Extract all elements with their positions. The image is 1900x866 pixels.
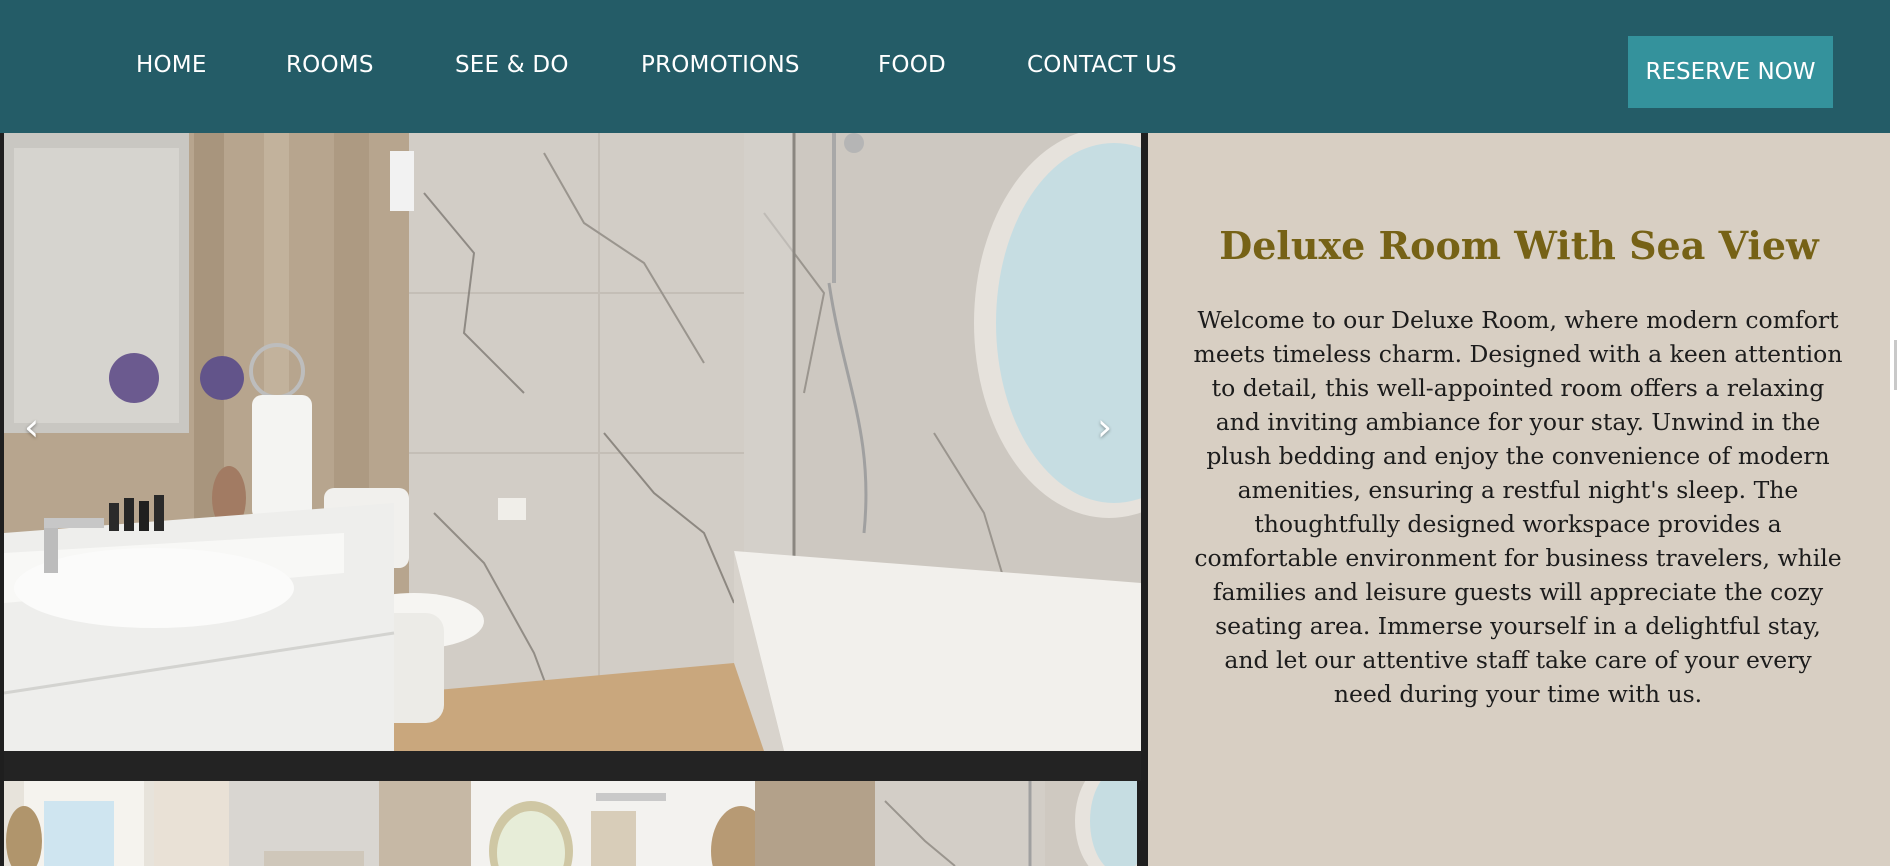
bathroom-photo xyxy=(4,133,1141,751)
nav-item-food[interactable]: FOOD xyxy=(878,52,946,78)
reserve-now-button[interactable]: RESERVE NOW xyxy=(1628,36,1833,108)
nav-item-contact-us[interactable]: CONTACT US xyxy=(1027,52,1177,78)
previous-slide-arrow[interactable]: ‹ xyxy=(24,408,39,446)
thumbnail-bedroom-1[interactable] xyxy=(4,781,471,866)
room-photo-slideshow xyxy=(4,133,1141,751)
bedroom-thumbnail-image xyxy=(471,781,755,866)
page-scrollbar[interactable] xyxy=(1890,0,1900,866)
scrollbar-thumb[interactable] xyxy=(1894,340,1897,390)
nav-item-see-and-do[interactable]: SEE & DO xyxy=(455,52,569,78)
thumbnail-bathroom[interactable] xyxy=(755,781,1137,866)
slideshow-divider xyxy=(4,751,1141,781)
room-title: Deluxe Room With Sea View xyxy=(1219,223,1819,268)
nav-item-home[interactable]: HOME xyxy=(136,52,207,78)
room-description: Welcome to our Deluxe Room, where modern… xyxy=(1193,306,1843,708)
bedroom-thumbnail-image xyxy=(4,781,471,866)
top-navigation-bar: HOME ROOMS SEE & DO PROMOTIONS FOOD CONT… xyxy=(0,0,1900,133)
next-slide-arrow[interactable]: › xyxy=(1097,408,1112,446)
nav-item-promotions[interactable]: PROMOTIONS xyxy=(641,52,800,78)
bathroom-thumbnail-image xyxy=(755,781,1137,866)
thumbnail-bedroom-2[interactable] xyxy=(471,781,755,866)
room-description-panel: Deluxe Room With Sea View Welcome to our… xyxy=(1148,133,1890,866)
nav-item-rooms[interactable]: ROOMS xyxy=(286,52,374,78)
